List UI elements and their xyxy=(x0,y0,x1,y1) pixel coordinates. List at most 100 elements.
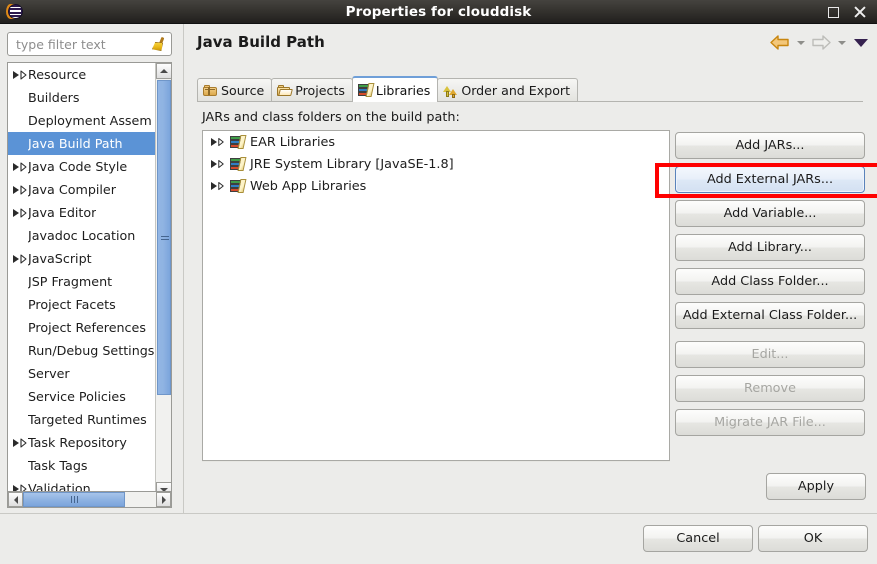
pane-divider xyxy=(183,24,184,513)
expand-arrow-icon[interactable] xyxy=(211,181,225,191)
remove-button: Remove xyxy=(675,375,865,402)
expand-arrow-icon[interactable] xyxy=(12,253,28,264)
libraries-books-icon xyxy=(357,83,375,97)
add-external-jars-button[interactable]: Add External JARs... xyxy=(675,166,865,193)
order-export-arrows-icon xyxy=(443,84,458,98)
sidebar-item-label: Java Code Style xyxy=(28,159,128,174)
list-item[interactable]: Web App Libraries xyxy=(203,175,669,197)
sidebar-item-label: Task Repository xyxy=(28,435,127,450)
sidebar-item-label: Java Editor xyxy=(28,205,97,220)
sidebar-item[interactable]: Service Policies xyxy=(8,385,155,408)
expand-arrow-icon[interactable] xyxy=(12,207,28,218)
sidebar-item-label: Deployment Assem xyxy=(28,113,152,128)
tree-vertical-scrollbar[interactable] xyxy=(155,63,171,498)
tab-strip-underline xyxy=(197,101,863,102)
expand-arrow-icon[interactable] xyxy=(12,161,28,172)
add-library-button[interactable]: Add Library... xyxy=(675,234,865,261)
window-titlebar: Properties for clouddisk xyxy=(0,0,877,24)
scroll-up-icon[interactable] xyxy=(156,63,171,79)
add-jars-button[interactable]: Add JARs... xyxy=(675,132,865,159)
sidebar-item[interactable]: Java Code Style xyxy=(8,155,155,178)
list-item-label: EAR Libraries xyxy=(250,134,336,150)
maximize-icon[interactable] xyxy=(828,6,839,18)
back-arrow-icon[interactable] xyxy=(769,34,791,51)
sidebar-item[interactable]: Task Repository xyxy=(8,431,155,454)
sidebar-item[interactable]: Targeted Runtimes xyxy=(8,408,155,431)
tab-label: Order and Export xyxy=(461,83,571,98)
window-title: Properties for clouddisk xyxy=(345,3,532,20)
list-item[interactable]: JRE System Library [JavaSE-1.8] xyxy=(203,153,669,175)
tab-label: Libraries xyxy=(375,82,431,98)
list-item[interactable]: EAR Libraries xyxy=(203,131,669,153)
tab-source[interactable]: Source xyxy=(197,78,273,102)
tab-projects[interactable]: Projects xyxy=(271,78,353,102)
cancel-button[interactable]: Cancel xyxy=(643,525,753,552)
view-menu-triangle-icon[interactable] xyxy=(851,35,871,51)
page-title: Java Build Path xyxy=(197,33,325,51)
list-caption: JARs and class folders on the build path… xyxy=(202,110,460,125)
sidebar-item[interactable]: Project Facets xyxy=(8,293,155,316)
libraries-books-icon xyxy=(230,157,247,171)
sidebar-item-label: Resource xyxy=(28,67,87,82)
migrate-jar-file-button: Migrate JAR File... xyxy=(675,409,865,436)
ok-button[interactable]: OK xyxy=(758,525,868,552)
sidebar-item-label: Project References xyxy=(28,320,146,335)
search-input[interactable] xyxy=(14,35,144,53)
expand-arrow-icon[interactable] xyxy=(12,184,28,195)
sidebar-item-label: Run/Debug Settings xyxy=(28,343,155,358)
eclipse-icon xyxy=(6,3,24,21)
expand-arrow-icon[interactable] xyxy=(211,137,225,147)
broom-icon[interactable] xyxy=(149,35,167,53)
sidebar-item-label: JSP Fragment xyxy=(28,274,113,289)
tab-libraries[interactable]: Libraries xyxy=(351,76,439,102)
expand-arrow-icon[interactable] xyxy=(211,159,225,169)
expand-arrow-icon[interactable] xyxy=(12,437,28,448)
build-path-button-column: Add JARs... Add External JARs... Add Varia… xyxy=(675,132,865,443)
filter-textbox[interactable] xyxy=(7,32,172,56)
open-folder-icon xyxy=(277,84,294,98)
sidebar-item[interactable]: Java Editor xyxy=(8,201,155,224)
expand-arrow-icon[interactable] xyxy=(12,69,28,80)
sidebar-item[interactable]: JavaScript xyxy=(8,247,155,270)
sidebar-item[interactable]: Server xyxy=(8,362,155,385)
sidebar-item[interactable]: Run/Debug Settings xyxy=(8,339,155,362)
apply-button[interactable]: Apply xyxy=(766,473,866,500)
source-folder-icon xyxy=(203,84,218,98)
sidebar-item-label: Server xyxy=(28,366,70,381)
tab-bar: Source Projects Libraries Order and Export xyxy=(197,76,579,102)
add-external-class-folder-button[interactable]: Add External Class Folder... xyxy=(675,302,865,329)
tab-order-and-export[interactable]: Order and Export xyxy=(437,78,579,102)
sidebar-item[interactable]: Java Compiler xyxy=(8,178,155,201)
scroll-left-icon[interactable] xyxy=(8,492,23,507)
sidebar-item[interactable]: Java Build Path xyxy=(8,132,155,155)
sidebar-item[interactable]: Javadoc Location xyxy=(8,224,155,247)
sidebar-item-label: Java Compiler xyxy=(28,182,116,197)
sidebar-item[interactable]: Resource xyxy=(8,63,155,86)
sidebar-item[interactable]: Project References xyxy=(8,316,155,339)
tree-horizontal-scrollbar[interactable] xyxy=(7,491,172,508)
scroll-right-icon[interactable] xyxy=(156,492,171,507)
back-history-chevron-down-icon[interactable] xyxy=(794,35,807,51)
settings-tree-items: Resource Builders Deployment Assem Java Bui… xyxy=(8,63,155,498)
forward-arrow-icon xyxy=(810,34,832,51)
window-controls xyxy=(828,5,877,19)
h-scroll-track[interactable] xyxy=(23,492,156,507)
settings-tree[interactable]: Resource Builders Deployment Assem Java Bui… xyxy=(7,62,172,499)
sidebar-item[interactable]: JSP Fragment xyxy=(8,270,155,293)
h-scroll-thumb[interactable] xyxy=(23,492,125,507)
sidebar-item-label: Targeted Runtimes xyxy=(28,412,147,427)
sidebar-item[interactable]: Deployment Assem xyxy=(8,109,155,132)
sidebar-item-label: Service Policies xyxy=(28,389,126,404)
tree-scroll-thumb[interactable] xyxy=(157,80,171,395)
forward-history-chevron-down-icon xyxy=(835,35,848,51)
build-path-entries-list[interactable]: EAR Libraries JRE System Library [JavaSE-… xyxy=(202,130,670,461)
tab-label: Projects xyxy=(295,83,345,98)
add-class-folder-button[interactable]: Add Class Folder... xyxy=(675,268,865,295)
sidebar-item[interactable]: Task Tags xyxy=(8,454,155,477)
sidebar-item[interactable]: Builders xyxy=(8,86,155,109)
sidebar-item-label: Task Tags xyxy=(28,458,88,473)
edit-button: Edit... xyxy=(675,341,865,368)
add-variable-button[interactable]: Add Variable... xyxy=(675,200,865,227)
close-icon[interactable] xyxy=(853,5,867,19)
libraries-books-icon xyxy=(230,135,247,149)
